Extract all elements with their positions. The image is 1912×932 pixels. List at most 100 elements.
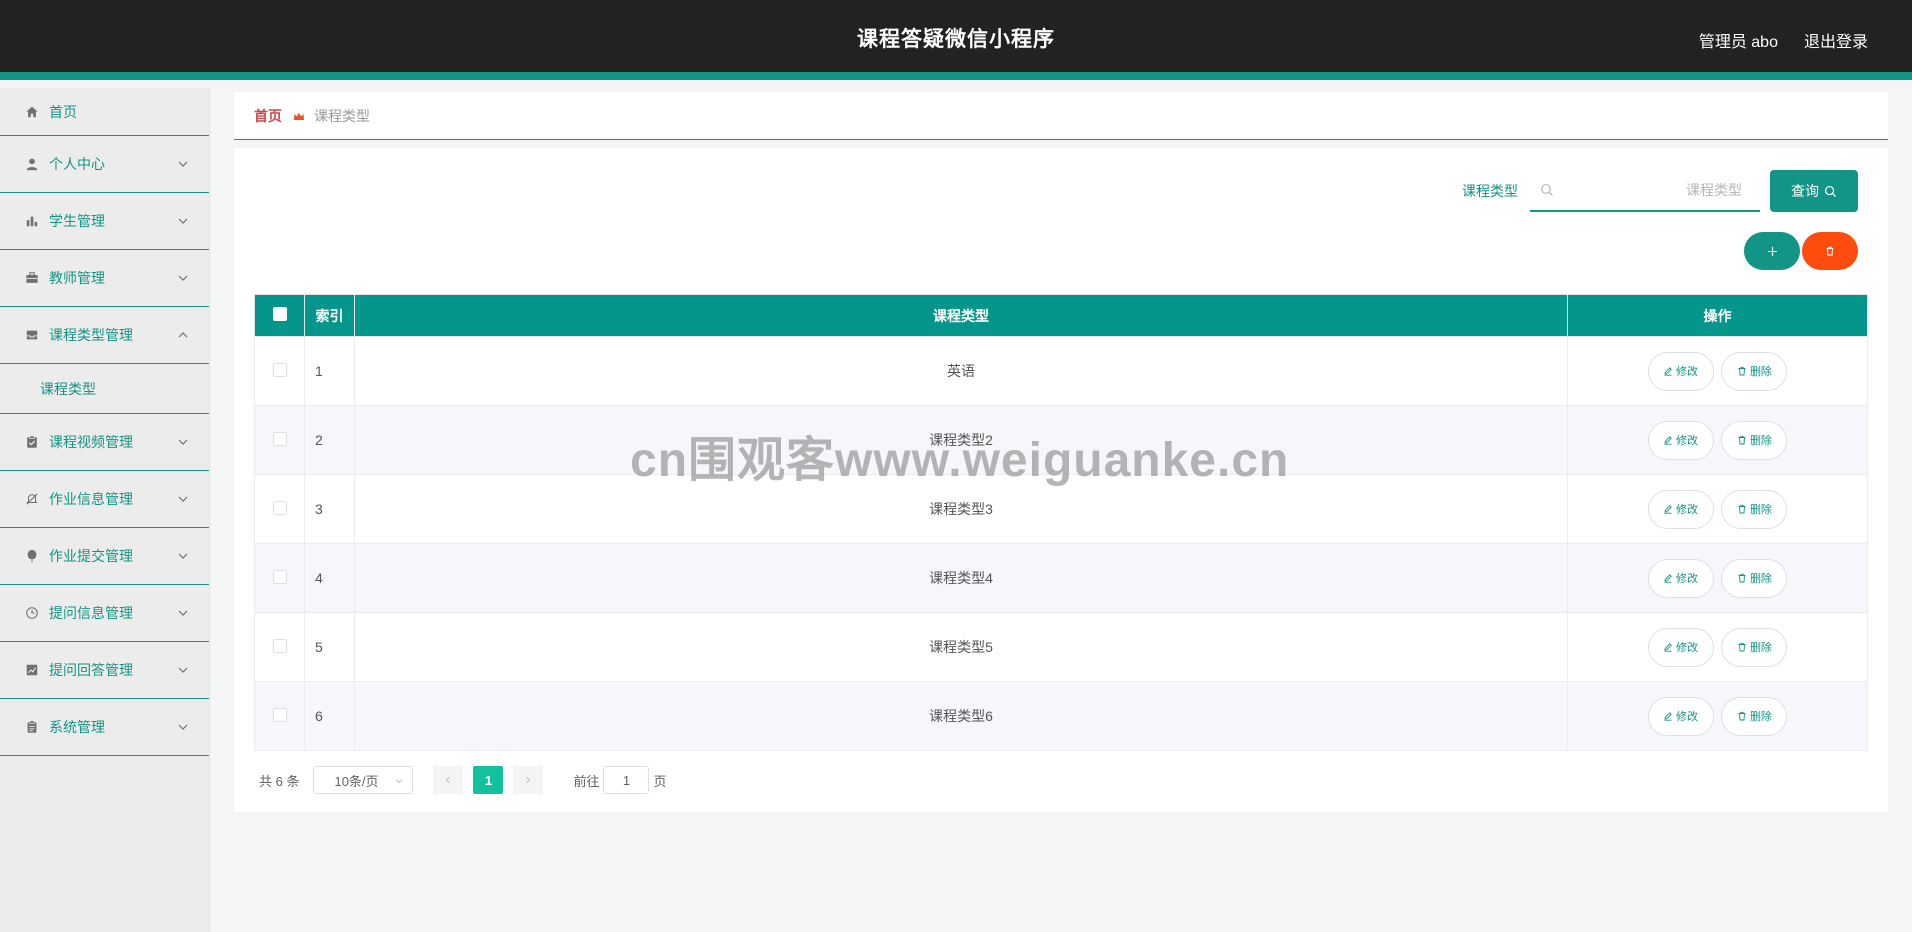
add-button[interactable]	[1744, 232, 1800, 270]
row-index: 5	[304, 612, 355, 682]
row-index: 1	[304, 336, 355, 406]
row-checkbox[interactable]	[272, 431, 287, 446]
sidebar-item-answer-management[interactable]: 提问回答管理	[0, 642, 209, 699]
row-select-cell	[254, 681, 305, 751]
edit-button-label: 修改	[1676, 711, 1699, 723]
goto-page-input[interactable]	[603, 766, 650, 794]
delete-button[interactable]: 删除	[1721, 696, 1788, 736]
table-row: 5 课程类型5 修改 删除	[254, 612, 1868, 682]
next-page-button[interactable]	[513, 766, 544, 794]
chevron-down-icon	[396, 779, 403, 784]
column-header-course-type: 课程类型	[354, 294, 1568, 337]
row-course-type: 课程类型3	[354, 474, 1568, 544]
home-icon	[24, 104, 40, 120]
edit-button-label: 修改	[1676, 642, 1699, 654]
crown-separator-icon	[292, 109, 306, 123]
sidebar-item-course-video-management[interactable]: 课程视频管理	[0, 414, 209, 471]
column-header-operations: 操作	[1567, 294, 1868, 337]
row-checkbox[interactable]	[272, 500, 287, 515]
delete-button-label: 删除	[1749, 504, 1772, 516]
edit-icon	[1664, 436, 1672, 445]
trend-chart-icon	[24, 662, 40, 678]
sidebar: 首页 个人中心 学生管理 教师管理 课程类型管理 课程类型 课程视频管理 作业信…	[0, 88, 210, 932]
sidebar-item-student-management[interactable]: 学生管理	[0, 193, 209, 250]
breadcrumb: 首页 课程类型	[234, 92, 1888, 140]
row-operations: 修改 删除	[1567, 681, 1868, 751]
row-operations: 修改 删除	[1567, 405, 1868, 475]
delete-button[interactable]: 删除	[1721, 420, 1788, 460]
delete-button[interactable]: 删除	[1721, 351, 1788, 391]
goto-label: 前往	[573, 773, 600, 789]
edit-button[interactable]: 修改	[1647, 627, 1714, 667]
query-button-label: 查询	[1791, 183, 1819, 199]
search-input[interactable]	[1530, 170, 1760, 210]
row-select-cell	[254, 543, 305, 613]
user-icon	[24, 156, 40, 172]
sidebar-item-homework-info-management[interactable]: 作业信息管理	[0, 471, 209, 528]
chevron-down-icon	[178, 161, 188, 167]
delete-button[interactable]: 删除	[1721, 558, 1788, 598]
admin-user-label[interactable]: 管理员 abo	[1699, 28, 1778, 52]
delete-button[interactable]: 删除	[1721, 627, 1788, 667]
sidebar-item-course-type-management[interactable]: 课程类型管理	[0, 307, 209, 364]
sidebar-item-label: 提问回答管理	[49, 662, 133, 678]
app-title: 课程答疑微信小程序	[857, 28, 1055, 51]
edit-icon	[1664, 367, 1672, 376]
logout-link[interactable]: 退出登录	[1804, 28, 1868, 52]
search-field	[1530, 170, 1760, 212]
page-number-button[interactable]: 1	[473, 766, 504, 794]
batch-delete-button[interactable]	[1802, 232, 1858, 270]
page-size-value: 10条/页	[334, 773, 379, 789]
breadcrumb-home-link[interactable]: 首页	[254, 106, 282, 126]
breadcrumb-current: 课程类型	[314, 107, 370, 124]
edit-button[interactable]: 修改	[1647, 696, 1714, 736]
delete-button-label: 删除	[1749, 711, 1772, 723]
edit-button[interactable]: 修改	[1647, 420, 1714, 460]
action-buttons	[1744, 232, 1858, 270]
row-checkbox[interactable]	[272, 362, 287, 377]
edit-icon	[1664, 643, 1672, 652]
sidebar-item-personal-center[interactable]: 个人中心	[0, 136, 209, 193]
edit-button[interactable]: 修改	[1647, 351, 1714, 391]
select-all-checkbox[interactable]	[272, 307, 287, 321]
edit-button[interactable]: 修改	[1647, 558, 1714, 598]
table-row: 3 课程类型3 修改 删除	[254, 474, 1868, 544]
chevron-down-icon	[178, 218, 188, 224]
sidebar-item-label: 作业信息管理	[49, 491, 133, 507]
goto-page: 前往 页	[573, 766, 667, 794]
submenu-item-label: 课程类型	[40, 380, 96, 397]
sidebar-item-system-management[interactable]: 系统管理	[0, 699, 209, 756]
row-checkbox[interactable]	[272, 638, 287, 653]
sidebar-item-teacher-management[interactable]: 教师管理	[0, 250, 209, 307]
bell-off-icon	[24, 491, 40, 507]
edit-button-label: 修改	[1676, 504, 1699, 516]
chevron-down-icon	[178, 496, 188, 502]
edit-button-label: 修改	[1676, 366, 1699, 378]
page-size-select[interactable]: 10条/页	[313, 766, 414, 794]
chevron-down-icon	[178, 610, 188, 616]
query-button[interactable]: 查询	[1770, 170, 1858, 212]
clock-icon	[24, 605, 40, 621]
sidebar-item-homework-submission-management[interactable]: 作业提交管理	[0, 528, 209, 585]
document-icon	[24, 719, 40, 735]
row-course-type: 课程类型4	[354, 543, 1568, 613]
sidebar-item-label: 提问信息管理	[49, 605, 133, 621]
table-row: 4 课程类型4 修改 删除	[254, 543, 1868, 613]
sidebar-item-home[interactable]: 首页	[0, 88, 209, 136]
trash-icon	[1738, 711, 1746, 721]
row-course-type: 英语	[354, 336, 1568, 406]
submenu-item-course-type[interactable]: 课程类型	[0, 364, 209, 414]
sidebar-item-question-info-management[interactable]: 提问信息管理	[0, 585, 209, 642]
delete-button-label: 删除	[1749, 366, 1772, 378]
edit-icon	[1664, 505, 1672, 514]
row-checkbox[interactable]	[272, 707, 287, 722]
row-operations: 修改 删除	[1567, 336, 1868, 406]
prev-page-button[interactable]	[433, 766, 464, 794]
search-icon	[1541, 184, 1553, 196]
edit-button[interactable]: 修改	[1647, 489, 1714, 529]
delete-button[interactable]: 删除	[1721, 489, 1788, 529]
column-header-index: 索引	[304, 294, 355, 337]
row-checkbox[interactable]	[272, 569, 287, 584]
edit-icon	[1664, 712, 1672, 721]
chevron-down-icon	[178, 724, 188, 730]
